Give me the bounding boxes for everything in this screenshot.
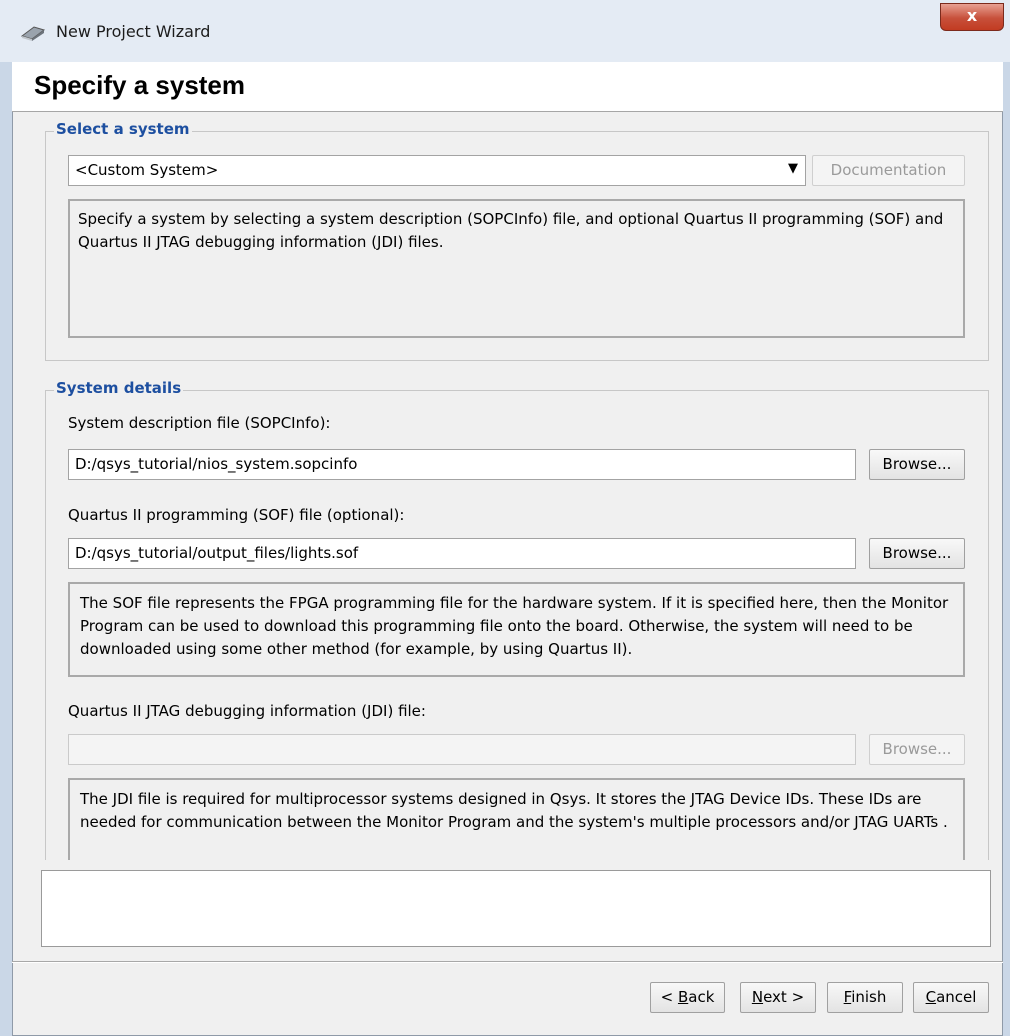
finish-button[interactable]: Finish [827, 982, 903, 1013]
sopcinfo-browse-label: Browse... [882, 455, 952, 473]
close-icon: x [966, 6, 978, 25]
sopcinfo-browse-button[interactable]: Browse... [869, 449, 965, 480]
jdi-browse-button[interactable]: Browse... [869, 734, 965, 765]
chevron-down-icon: ▼ [788, 161, 798, 176]
system-details-group-label: System details [54, 379, 184, 397]
jdi-description-text: The JDI file is required for multiproces… [80, 790, 948, 831]
back-button[interactable]: < Back [650, 982, 725, 1013]
documentation-button[interactable]: Documentation [812, 155, 965, 186]
sopcinfo-label: System description file (SOPCInfo): [68, 414, 331, 432]
sof-label: Quartus II programming (SOF) file (optio… [68, 506, 405, 524]
next-button[interactable]: Next > [740, 982, 816, 1013]
message-panel [41, 870, 991, 947]
new-project-wizard-window: New Project Wizard x Specify a system Se… [0, 0, 1010, 1036]
cancel-button-rest: ancel [936, 988, 977, 1006]
system-description-text: Specify a system by selecting a system d… [78, 210, 944, 251]
page-header: Specify a system [12, 62, 1003, 112]
sof-browse-label: Browse... [882, 544, 952, 562]
next-button-rest: ext > [763, 988, 805, 1006]
title-bar[interactable]: New Project Wizard x [0, 0, 1010, 62]
system-select-dropdown[interactable]: <Custom System> ▼ [68, 155, 806, 186]
back-button-prefix: < [660, 988, 678, 1006]
window-frame-left [0, 62, 12, 1036]
documentation-button-label: Documentation [830, 161, 947, 179]
page-title: Specify a system [34, 70, 246, 100]
footer-separator-highlight [12, 962, 1003, 963]
back-button-mnemonic: B [677, 988, 689, 1006]
window-frame-right [1003, 62, 1010, 1036]
next-button-mnemonic: N [751, 988, 764, 1006]
sof-browse-button[interactable]: Browse... [869, 538, 965, 569]
sof-file-field[interactable]: D:/qsys_tutorial/output_files/lights.sof [68, 538, 856, 569]
jdi-browse-label: Browse... [882, 740, 952, 758]
select-system-group-label: Select a system [54, 120, 192, 138]
sof-description-text: The SOF file represents the FPGA program… [80, 594, 949, 658]
close-button[interactable]: x [940, 3, 1004, 31]
app-icon [20, 26, 46, 41]
sopcinfo-file-field[interactable]: D:/qsys_tutorial/nios_system.sopcinfo [68, 449, 856, 480]
finish-button-rest: inish [851, 988, 887, 1006]
back-button-rest: ack [688, 988, 715, 1006]
cancel-button-mnemonic: C [925, 988, 937, 1006]
cancel-button[interactable]: Cancel [913, 982, 989, 1013]
jdi-label: Quartus II JTAG debugging information (J… [68, 702, 426, 720]
jdi-file-field[interactable] [68, 734, 856, 765]
system-description-box: Specify a system by selecting a system d… [68, 199, 965, 338]
sof-description-box: The SOF file represents the FPGA program… [68, 582, 965, 677]
jdi-description-box: The JDI file is required for multiproces… [68, 778, 965, 860]
window-title: New Project Wizard [56, 22, 211, 41]
system-select-value: <Custom System> [75, 161, 219, 179]
